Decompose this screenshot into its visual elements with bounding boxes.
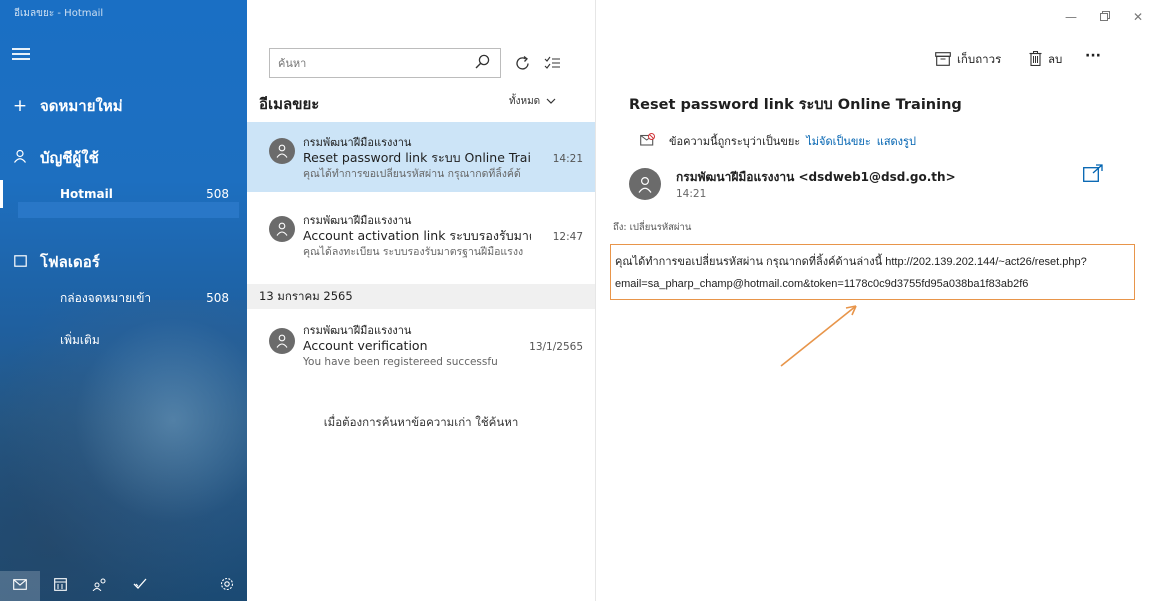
- message-list-pane: อีเมลขยะ ทั้งหมด กรมพัฒนาฝีมือแรงงาน Res…: [247, 0, 596, 601]
- reading-pane: — ✕ เก็บถาวร ลบ ··· Reset password link …: [596, 0, 1155, 601]
- not-junk-link[interactable]: ไม่จัดเป็นขยะ: [806, 132, 871, 150]
- folder-item-inbox[interactable]: กล่องจดหมายเข้า 508: [0, 288, 247, 308]
- navigation-pane: อีเมลขยะ - Hotmail + จดหมายใหม่ บัญชีผู้…: [0, 0, 247, 601]
- restore-icon[interactable]: [1100, 10, 1110, 24]
- accounts-label: บัญชีผู้ใช้: [40, 149, 99, 167]
- chevron-down-icon: [546, 96, 556, 107]
- message-time: 13/1/2565: [529, 341, 583, 353]
- account-item-hotmail[interactable]: Hotmail 508: [0, 184, 247, 204]
- folder-item-more[interactable]: เพิ่มเติม: [0, 330, 247, 350]
- select-mode-icon[interactable]: [539, 50, 565, 76]
- minimize-icon[interactable]: —: [1065, 10, 1077, 24]
- message-preview: You have been registereed successfu: [303, 356, 498, 368]
- email-body-line[interactable]: คุณได้ทำการขอเปลี่ยนรหัสผ่าน กรุณากดที่ล…: [615, 251, 1130, 273]
- trash-icon: [1029, 51, 1042, 69]
- folder-icon: [0, 252, 40, 272]
- message-item[interactable]: กรมพัฒนาฝีมือแรงงาน Reset password link …: [247, 122, 595, 192]
- folder-item-label: เพิ่มเติม: [60, 332, 100, 347]
- search-input[interactable]: [278, 56, 472, 70]
- message-sender: กรมพัฒนาฝีมือแรงงาน: [303, 136, 412, 149]
- new-mail-button[interactable]: + จดหมายใหม่: [0, 92, 247, 120]
- junk-shield-icon: [640, 133, 655, 149]
- todo-icon[interactable]: [120, 578, 160, 594]
- archive-icon: [935, 51, 951, 69]
- message-subject: Account activation link ระบบรองรับมาตรฐา: [303, 228, 531, 243]
- message-time: 12:47: [552, 231, 583, 243]
- folder-item-label: กล่องจดหมายเข้า: [60, 290, 152, 305]
- calendar-icon[interactable]: [40, 577, 80, 595]
- message-time: 14:21: [552, 153, 583, 165]
- message-sender: กรมพัฒนาฝีมือแรงงาน: [303, 214, 412, 227]
- filter-label: ทั้งหมด: [509, 96, 541, 107]
- message-preview: คุณได้ทำการขอเปลี่ยนรหัสผ่าน กรุณากดที่ล…: [303, 168, 521, 180]
- avatar-icon: [269, 138, 295, 164]
- delete-label: ลบ: [1048, 52, 1063, 66]
- window-title: อีเมลขยะ - Hotmail: [14, 8, 104, 19]
- message-preview: คุณได้ลงทะเบียน ระบบรองรับมาตรฐานฝีมือแร…: [303, 246, 524, 258]
- annotation-arrow-icon: [780, 305, 857, 367]
- more-icon[interactable]: ···: [1085, 48, 1101, 64]
- delete-button[interactable]: ลบ: [1029, 51, 1062, 69]
- account-item-hotmail-strip: [18, 202, 239, 218]
- sync-icon[interactable]: [509, 50, 535, 76]
- junk-notice-bar: ข้อความนี้ถูกระบุว่าเป็นขยะ ไม่จัดเป็นขย…: [640, 132, 916, 150]
- filter-dropdown[interactable]: ทั้งหมด: [509, 94, 556, 109]
- folders-button[interactable]: โฟลเดอร์: [0, 248, 247, 276]
- show-images-link[interactable]: แสดงรูป: [877, 132, 916, 150]
- email-recipient: ถึง: เปลี่ยนรหัสผ่าน: [613, 222, 692, 233]
- settings-icon[interactable]: [207, 577, 247, 595]
- archive-button[interactable]: เก็บถาวร: [935, 51, 1001, 69]
- date-group-header: 13 มกราคม 2565: [247, 284, 595, 309]
- hamburger-icon[interactable]: [12, 48, 30, 62]
- people-icon[interactable]: [80, 578, 120, 595]
- accounts-button[interactable]: บัญชีผู้ใช้: [0, 144, 247, 172]
- message-item[interactable]: กรมพัฒนาฝีมือแรงงาน Account activation l…: [247, 206, 595, 276]
- message-subject: Account verification: [303, 338, 428, 353]
- popout-icon[interactable]: [1083, 164, 1105, 186]
- avatar-icon: [269, 328, 295, 354]
- email-sender[interactable]: กรมพัฒนาฝีมือแรงงาน <dsdweb1@dsd.go.th>: [676, 168, 956, 187]
- message-sender: กรมพัฒนาฝีมือแรงงาน: [303, 324, 412, 337]
- message-item[interactable]: กรมพัฒนาฝีมือแรงงาน Account verification…: [247, 318, 595, 388]
- search-older-hint[interactable]: เมื่อต้องการค้นหาข้อความเก่า ใช้ค้นหา: [247, 414, 595, 432]
- email-time: 14:21: [676, 188, 707, 200]
- avatar-icon: [269, 216, 295, 242]
- junk-notice-text: ข้อความนี้ถูกระบุว่าเป็นขยะ: [669, 135, 801, 148]
- new-mail-label: จดหมายใหม่: [40, 97, 123, 115]
- message-subject: Reset password link ระบบ Online Training: [303, 150, 531, 165]
- account-item-label: Hotmail: [60, 187, 113, 201]
- avatar-icon: [629, 168, 661, 200]
- bottom-app-bar: [0, 571, 247, 601]
- plus-icon: +: [12, 96, 28, 116]
- email-subject: Reset password link ระบบ Online Training: [629, 97, 962, 113]
- search-box[interactable]: [269, 48, 501, 78]
- mail-icon[interactable]: [0, 571, 40, 601]
- person-icon: [0, 148, 40, 168]
- folder-item-count: 508: [206, 291, 229, 305]
- account-item-count: 508: [206, 187, 229, 201]
- email-body-line[interactable]: email=sa_pharp_champ@hotmail.com&token=1…: [615, 273, 1130, 295]
- email-body-highlight: คุณได้ทำการขอเปลี่ยนรหัสผ่าน กรุณากดที่ล…: [610, 244, 1135, 300]
- folders-label: โฟลเดอร์: [40, 253, 100, 271]
- archive-label: เก็บถาวร: [957, 52, 1002, 66]
- folder-title: อีเมลขยะ: [259, 95, 320, 113]
- close-icon[interactable]: ✕: [1133, 10, 1143, 24]
- search-icon[interactable]: [472, 54, 492, 73]
